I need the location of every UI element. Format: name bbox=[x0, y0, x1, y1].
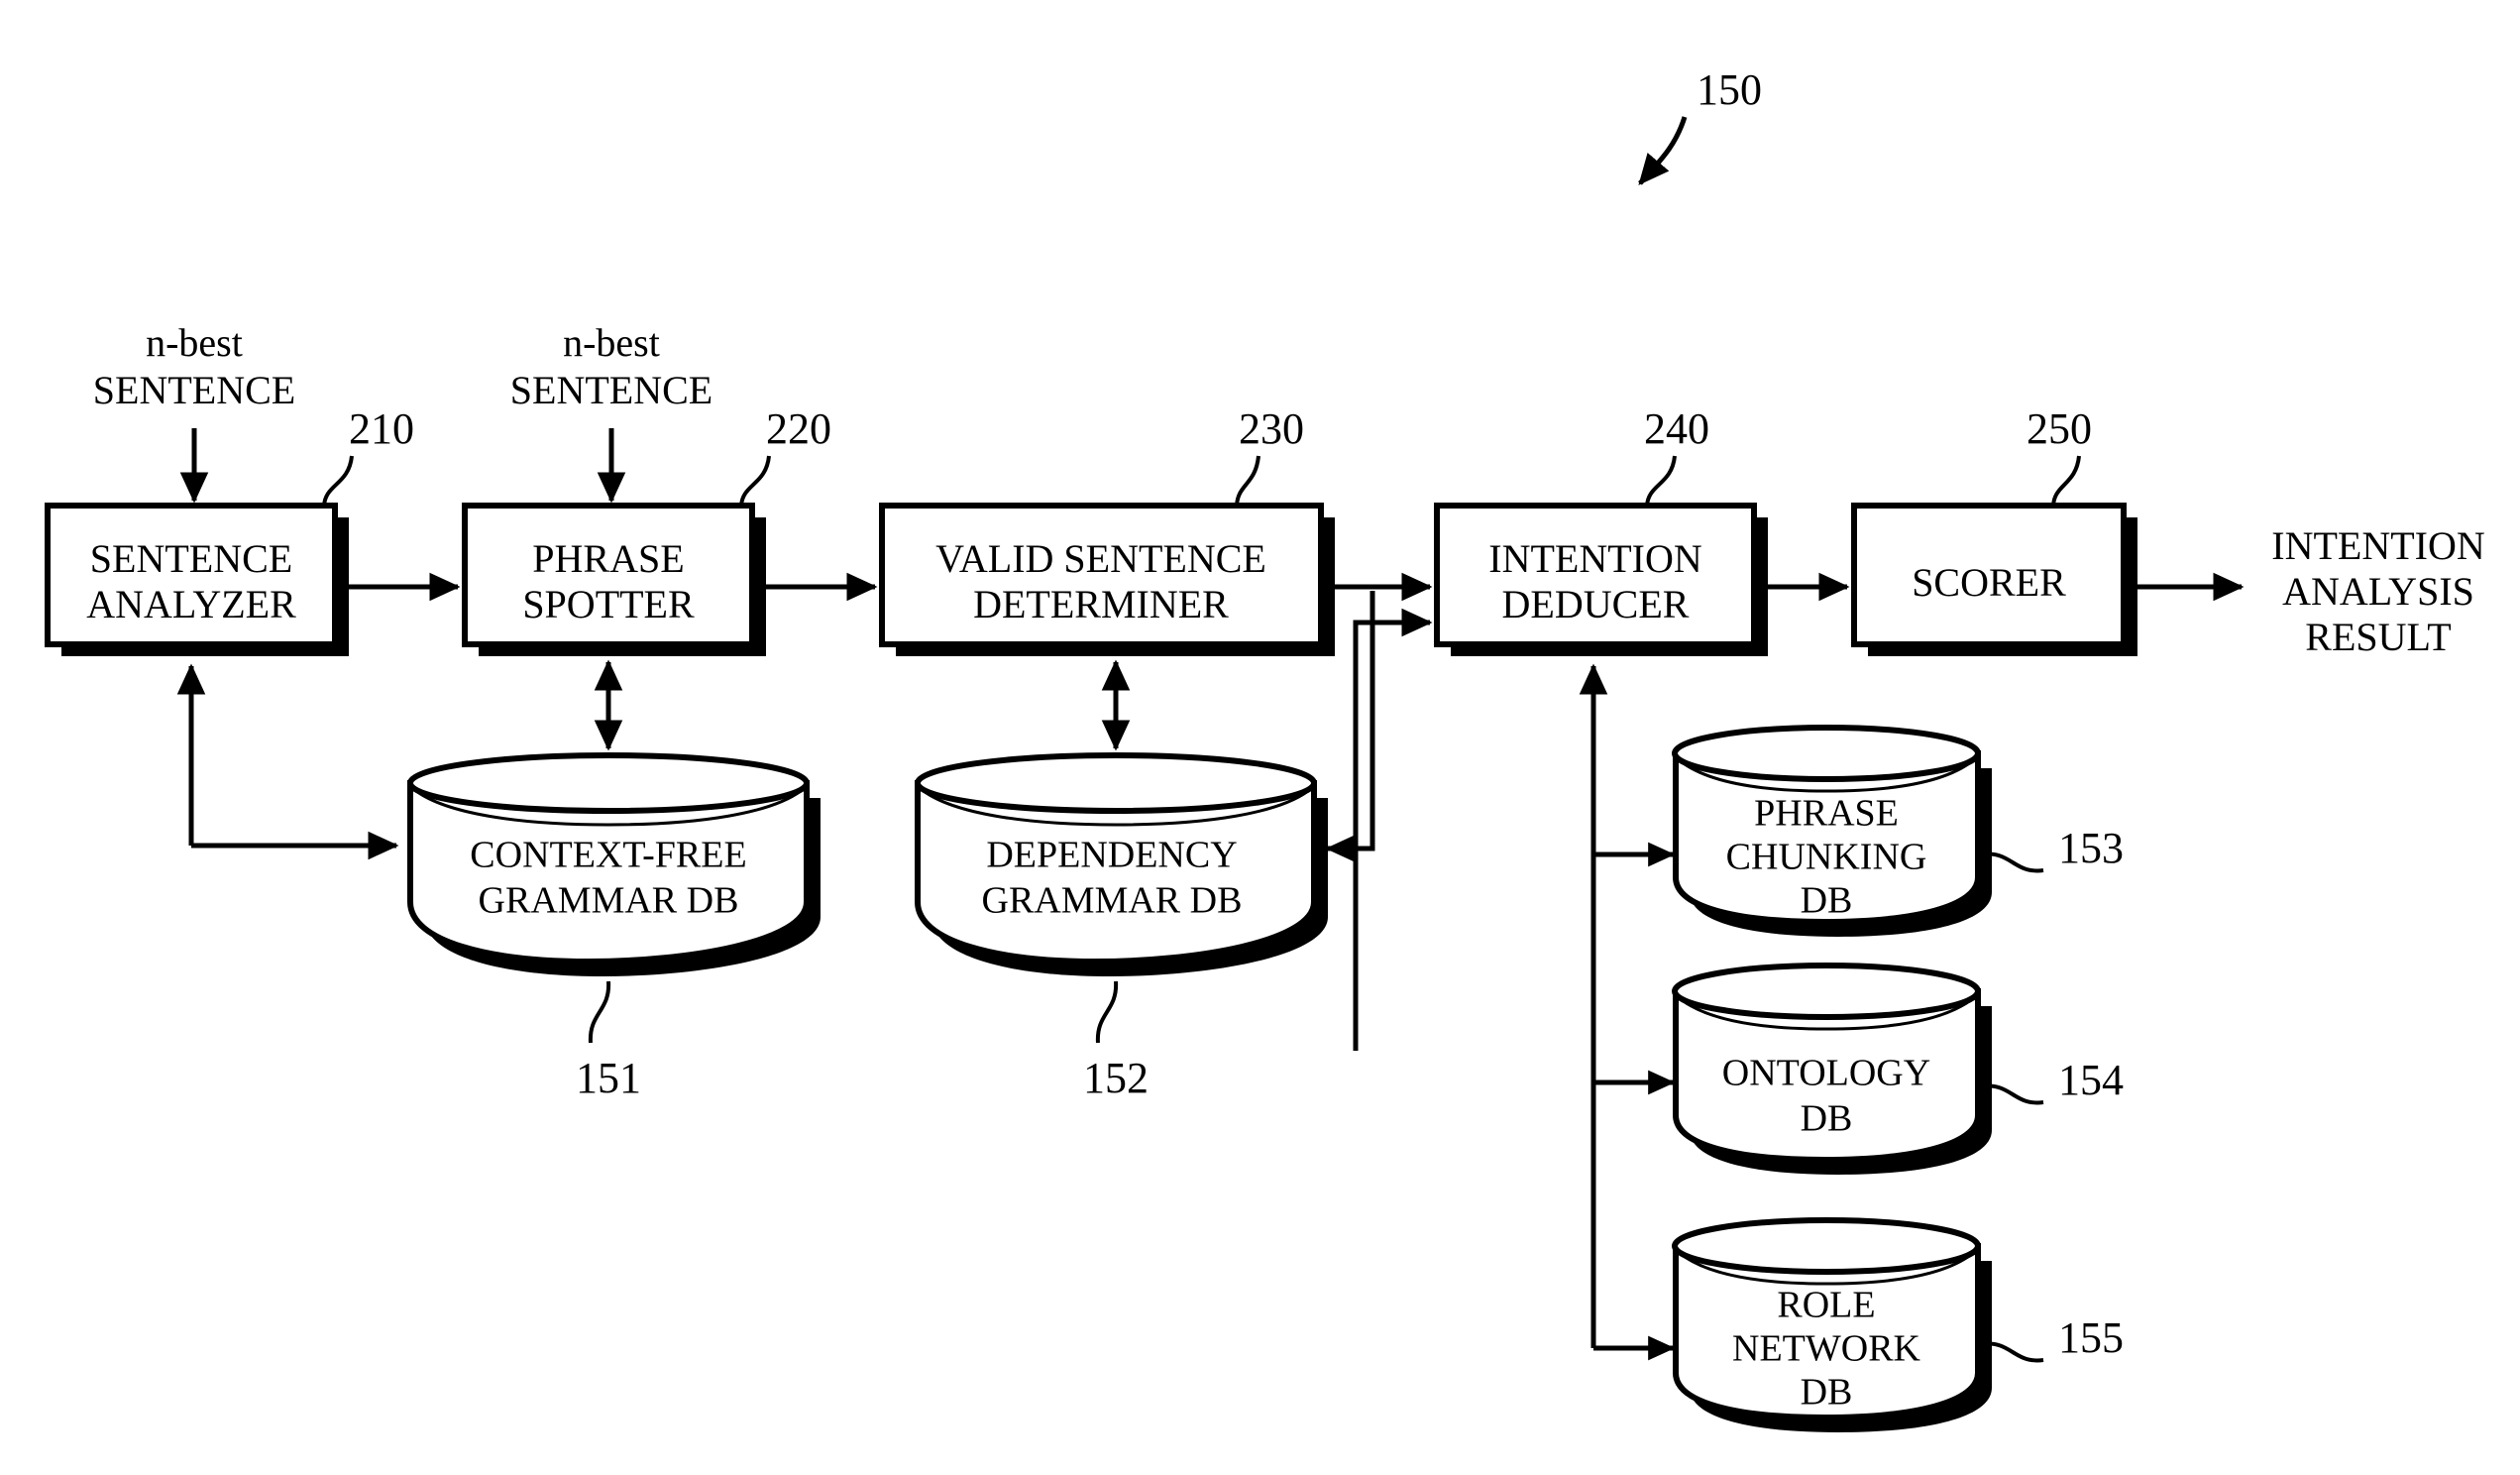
ref-250-leader bbox=[2051, 455, 2081, 509]
svg-text:ANALYSIS: ANALYSIS bbox=[2282, 569, 2474, 614]
db-ontology[interactable]: ONTOLOGY DB bbox=[1672, 963, 1992, 1175]
db-label-line1: DEPENDENCY bbox=[986, 835, 1237, 876]
db-label-line2: DB bbox=[1801, 1098, 1853, 1140]
block-label-line1: VALID SENTENCE bbox=[935, 536, 1266, 581]
figure-canvas: 150 n-best SENTENCE n-best SENTENCE SENT… bbox=[0, 0, 2520, 1475]
db-label-line2: GRAMMAR DB bbox=[479, 880, 739, 922]
db-dependency-grammar[interactable]: DEPENDENCY GRAMMAR DB bbox=[915, 752, 1328, 976]
db-label-line3: DB bbox=[1801, 880, 1853, 922]
block-diagram: 150 n-best SENTENCE n-best SENTENCE SENT… bbox=[45, 65, 2485, 1432]
ref-250-label: 250 bbox=[2027, 404, 2092, 453]
ref-151-label: 151 bbox=[576, 1054, 641, 1102]
ref-220-label: 220 bbox=[766, 404, 831, 453]
db-label-line2: GRAMMAR DB bbox=[982, 880, 1243, 922]
block-label-line1: PHRASE bbox=[532, 536, 684, 581]
block-label-line2: DETERMINER bbox=[973, 582, 1229, 626]
ref-154-label: 154 bbox=[2058, 1056, 2124, 1104]
ref-210-label: 210 bbox=[349, 404, 414, 453]
db-label-line3: DB bbox=[1801, 1372, 1853, 1414]
ref-210-leader bbox=[322, 455, 354, 509]
db-label-line1: CONTEXT-FREE bbox=[470, 835, 746, 876]
block-label-line1: SENTENCE bbox=[90, 536, 292, 581]
db-context-free-grammar[interactable]: CONTEXT-FREE GRAMMAR DB bbox=[407, 752, 821, 976]
block-valid-sentence-determiner[interactable]: VALID SENTENCE DETERMINER bbox=[879, 503, 1335, 656]
ref-151-leader bbox=[588, 980, 611, 1044]
block-label-line2: SPOTTER bbox=[522, 582, 695, 626]
input-label-1: n-best SENTENCE bbox=[93, 320, 295, 504]
block-label-line2: DEDUCER bbox=[1502, 582, 1690, 626]
link-secondary-input-to-deducer bbox=[1353, 608, 1433, 1051]
svg-text:INTENTION: INTENTION bbox=[2271, 523, 2485, 568]
ref-240-leader bbox=[1645, 455, 1677, 509]
block-scorer[interactable]: SCORER bbox=[1851, 503, 2137, 656]
block-sentence-analyzer[interactable]: SENTENCE ANALYZER bbox=[45, 503, 349, 656]
ref-155-label: 155 bbox=[2058, 1313, 2124, 1362]
ref-152-leader bbox=[1095, 980, 1119, 1044]
input-label-2: n-best SENTENCE bbox=[510, 320, 712, 504]
db-label-line2: CHUNKING bbox=[1726, 837, 1927, 878]
block-phrase-spotter[interactable]: PHRASE SPOTTER bbox=[462, 503, 766, 656]
ref-220-leader bbox=[739, 455, 771, 509]
ref-152-label: 152 bbox=[1083, 1054, 1149, 1102]
block-intention-deducer[interactable]: INTENTION DEDUCER bbox=[1434, 503, 1768, 656]
block-label-line1: INTENTION bbox=[1488, 536, 1702, 581]
ref-150-label: 150 bbox=[1697, 65, 1762, 114]
block-label-line1: SCORER bbox=[1912, 560, 2066, 605]
block-label-line2: ANALYZER bbox=[86, 582, 296, 626]
db-label-line1: ROLE bbox=[1777, 1285, 1875, 1326]
svg-text:n-best: n-best bbox=[563, 320, 660, 365]
db-label-line1: PHRASE bbox=[1754, 793, 1899, 835]
ref-230-label: 230 bbox=[1239, 404, 1304, 453]
svg-text:RESULT: RESULT bbox=[2305, 615, 2451, 659]
ref-150-leader-arrow bbox=[1638, 116, 1688, 185]
ref-240-label: 240 bbox=[1644, 404, 1709, 453]
db-label-line1: ONTOLOGY bbox=[1722, 1053, 1930, 1094]
output-label: INTENTION ANALYSIS RESULT bbox=[2271, 523, 2485, 659]
db-label-line2: NETWORK bbox=[1732, 1328, 1921, 1370]
svg-text:n-best: n-best bbox=[146, 320, 243, 365]
svg-text:SENTENCE: SENTENCE bbox=[510, 368, 712, 412]
ref-230-leader bbox=[1235, 455, 1260, 509]
db-phrase-chunking[interactable]: PHRASE CHUNKING DB bbox=[1672, 725, 1992, 937]
ref-153-label: 153 bbox=[2058, 824, 2124, 872]
db-role-network[interactable]: ROLE NETWORK DB bbox=[1672, 1217, 1992, 1432]
svg-text:SENTENCE: SENTENCE bbox=[93, 368, 295, 412]
